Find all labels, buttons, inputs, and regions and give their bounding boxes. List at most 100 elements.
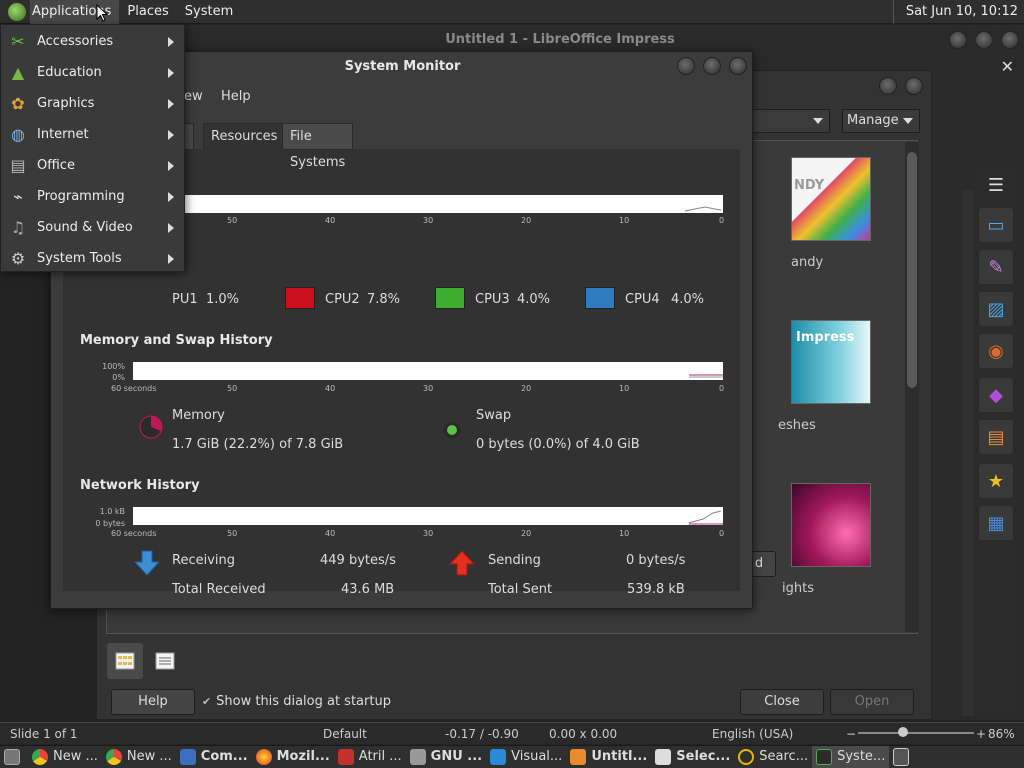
list-view-button[interactable] bbox=[147, 643, 183, 679]
cpu2-label: CPU2 bbox=[325, 292, 360, 307]
shapes-icon[interactable]: ◆ bbox=[979, 378, 1013, 412]
navigator-icon[interactable]: ◉ bbox=[979, 334, 1013, 368]
clock[interactable]: Sat Jun 10, 10:12 bbox=[892, 0, 1024, 24]
impress-right-scrollbar[interactable] bbox=[962, 190, 974, 716]
thumbnail-view-button[interactable] bbox=[107, 643, 143, 679]
template-thumbnail-lights[interactable] bbox=[791, 483, 871, 567]
taskbar-item[interactable]: GNU ... bbox=[406, 746, 486, 768]
places-menu-button[interactable]: Places bbox=[119, 0, 176, 24]
taskbar-item[interactable]: New ... bbox=[102, 746, 176, 768]
taskbar-item[interactable]: Atril ... bbox=[334, 746, 406, 768]
list-view-icon bbox=[155, 652, 175, 670]
slide-layout[interactable]: Default bbox=[323, 723, 367, 745]
show-at-startup-checkbox[interactable]: ✔ Show this dialog at startup bbox=[202, 694, 391, 709]
axis-tick: 0 bbox=[719, 529, 725, 538]
zoom-slider-handle[interactable] bbox=[898, 727, 908, 737]
show-desktop-button[interactable] bbox=[0, 746, 28, 768]
cpu-history-graph bbox=[185, 195, 723, 213]
cpu3-color-swatch[interactable] bbox=[435, 287, 465, 309]
close-document-icon[interactable]: ✕ bbox=[1001, 57, 1014, 76]
menu-item-system-tools[interactable]: ⚙ System Tools bbox=[1, 243, 184, 274]
tab-file-systems[interactable]: File Systems bbox=[282, 123, 354, 170]
impress-minimize-button[interactable] bbox=[949, 31, 967, 49]
tab-resources[interactable]: Resources bbox=[203, 123, 286, 150]
cpu4-color-swatch[interactable] bbox=[585, 287, 615, 309]
taskbar-item[interactable]: New ... bbox=[28, 746, 102, 768]
manage-button-label: Manage bbox=[847, 113, 899, 128]
axis-tick: 40 bbox=[325, 216, 336, 225]
system-monitor-minimize-button[interactable] bbox=[677, 57, 695, 75]
partial-dialog-button-label: d bbox=[754, 556, 764, 571]
taskbar-item-label: Atril ... bbox=[358, 749, 402, 764]
language[interactable]: English (USA) bbox=[712, 723, 793, 745]
slide-transition-icon[interactable]: ▤ bbox=[979, 420, 1013, 454]
impress-close-button[interactable] bbox=[1001, 31, 1019, 49]
programming-icon: ⌁ bbox=[13, 187, 23, 206]
taskbar-item[interactable]: Visual... bbox=[486, 746, 566, 768]
template-label[interactable]: ights bbox=[782, 581, 814, 596]
memory-section-title: Memory and Swap History bbox=[80, 333, 273, 348]
taskbar-item[interactable]: Searc... bbox=[734, 746, 812, 768]
styles-icon[interactable]: ✎ bbox=[979, 250, 1013, 284]
templates-dialog-close-button[interactable] bbox=[905, 77, 923, 95]
properties-icon[interactable]: ▭ bbox=[979, 208, 1013, 242]
sending-arrow-icon bbox=[448, 550, 476, 576]
menu-help[interactable]: Help bbox=[221, 89, 251, 104]
workspace-switcher[interactable] bbox=[889, 746, 913, 768]
taskbar-item[interactable]: Com... bbox=[176, 746, 252, 768]
zoom-level[interactable]: 86% bbox=[988, 723, 1015, 745]
taskbar-item[interactable]: Untitl... bbox=[566, 746, 651, 768]
axis-tick: 40 bbox=[325, 384, 336, 393]
menu-item-label: Accessories bbox=[37, 34, 114, 49]
template-thumbnail-impress[interactable]: Impress bbox=[791, 320, 871, 404]
zoom-slider[interactable] bbox=[858, 732, 974, 734]
menu-item-education[interactable]: ▲ Education bbox=[1, 57, 184, 88]
system-monitor-maximize-button[interactable] bbox=[703, 57, 721, 75]
close-button[interactable]: Close bbox=[740, 689, 824, 715]
taskbar-item-label: Untitl... bbox=[591, 749, 648, 764]
cpu4-label: CPU4 bbox=[625, 292, 660, 307]
total-sent-value: 539.8 kB bbox=[627, 582, 685, 597]
axis-tick: 60 seconds bbox=[111, 384, 157, 393]
axis-tick: 40 bbox=[325, 529, 336, 538]
internet-icon: ◍ bbox=[11, 125, 25, 144]
template-filter-dropdown[interactable] bbox=[752, 109, 830, 133]
system-monitor-close-button[interactable] bbox=[729, 57, 747, 75]
template-list-scrollbar[interactable] bbox=[905, 142, 919, 632]
templates-dialog-maximize-button[interactable] bbox=[879, 77, 897, 95]
template-label[interactable]: eshes bbox=[778, 418, 816, 433]
menu-item-office[interactable]: ▤ Office bbox=[1, 150, 184, 181]
system-menu-button[interactable]: System bbox=[177, 0, 241, 24]
vscode-icon bbox=[490, 749, 507, 765]
open-button[interactable]: Open bbox=[830, 689, 914, 715]
menu-item-graphics[interactable]: ✿ Graphics bbox=[1, 88, 184, 119]
menu-item-programming[interactable]: ⌁ Programming bbox=[1, 181, 184, 212]
zoom-out-icon[interactable]: − bbox=[846, 723, 856, 745]
taskbar-item[interactable]: Mozil... bbox=[252, 746, 334, 768]
zoom-in-icon[interactable]: + bbox=[976, 723, 986, 745]
taskbar-item[interactable]: Selec... bbox=[651, 746, 734, 768]
help-button[interactable]: Help bbox=[111, 689, 195, 715]
submenu-arrow-icon bbox=[168, 191, 174, 202]
animation-icon[interactable]: ★ bbox=[979, 464, 1013, 498]
template-label[interactable]: andy bbox=[791, 255, 823, 270]
template-thumbnail-candy[interactable]: NDY bbox=[791, 157, 871, 241]
sidebar-menu-icon[interactable]: ☰ bbox=[979, 168, 1013, 202]
impress-maximize-button[interactable] bbox=[975, 31, 993, 49]
gallery-icon[interactable]: ▨ bbox=[979, 292, 1013, 326]
applications-logo-icon[interactable] bbox=[8, 2, 26, 21]
cpu2-value: 7.8% bbox=[367, 292, 401, 307]
slide-count: Slide 1 of 1 bbox=[10, 727, 78, 741]
menu-item-internet[interactable]: ◍ Internet bbox=[1, 119, 184, 150]
axis-tick: 10 bbox=[619, 529, 630, 538]
cpu2-color-swatch[interactable] bbox=[285, 287, 315, 309]
master-slides-icon[interactable]: ▦ bbox=[979, 506, 1013, 540]
taskbar-item-label: New ... bbox=[126, 749, 172, 764]
menu-item-accessories[interactable]: ✂ Accessories bbox=[1, 26, 184, 57]
scrollbar-thumb[interactable] bbox=[907, 152, 917, 388]
menu-view[interactable]: ew bbox=[184, 89, 203, 104]
menu-item-label: Graphics bbox=[37, 96, 95, 111]
manage-button[interactable]: Manage bbox=[842, 109, 920, 133]
taskbar-item-active[interactable]: Syste... bbox=[812, 746, 890, 768]
menu-item-sound-video[interactable]: ♫ Sound & Video bbox=[1, 212, 184, 243]
